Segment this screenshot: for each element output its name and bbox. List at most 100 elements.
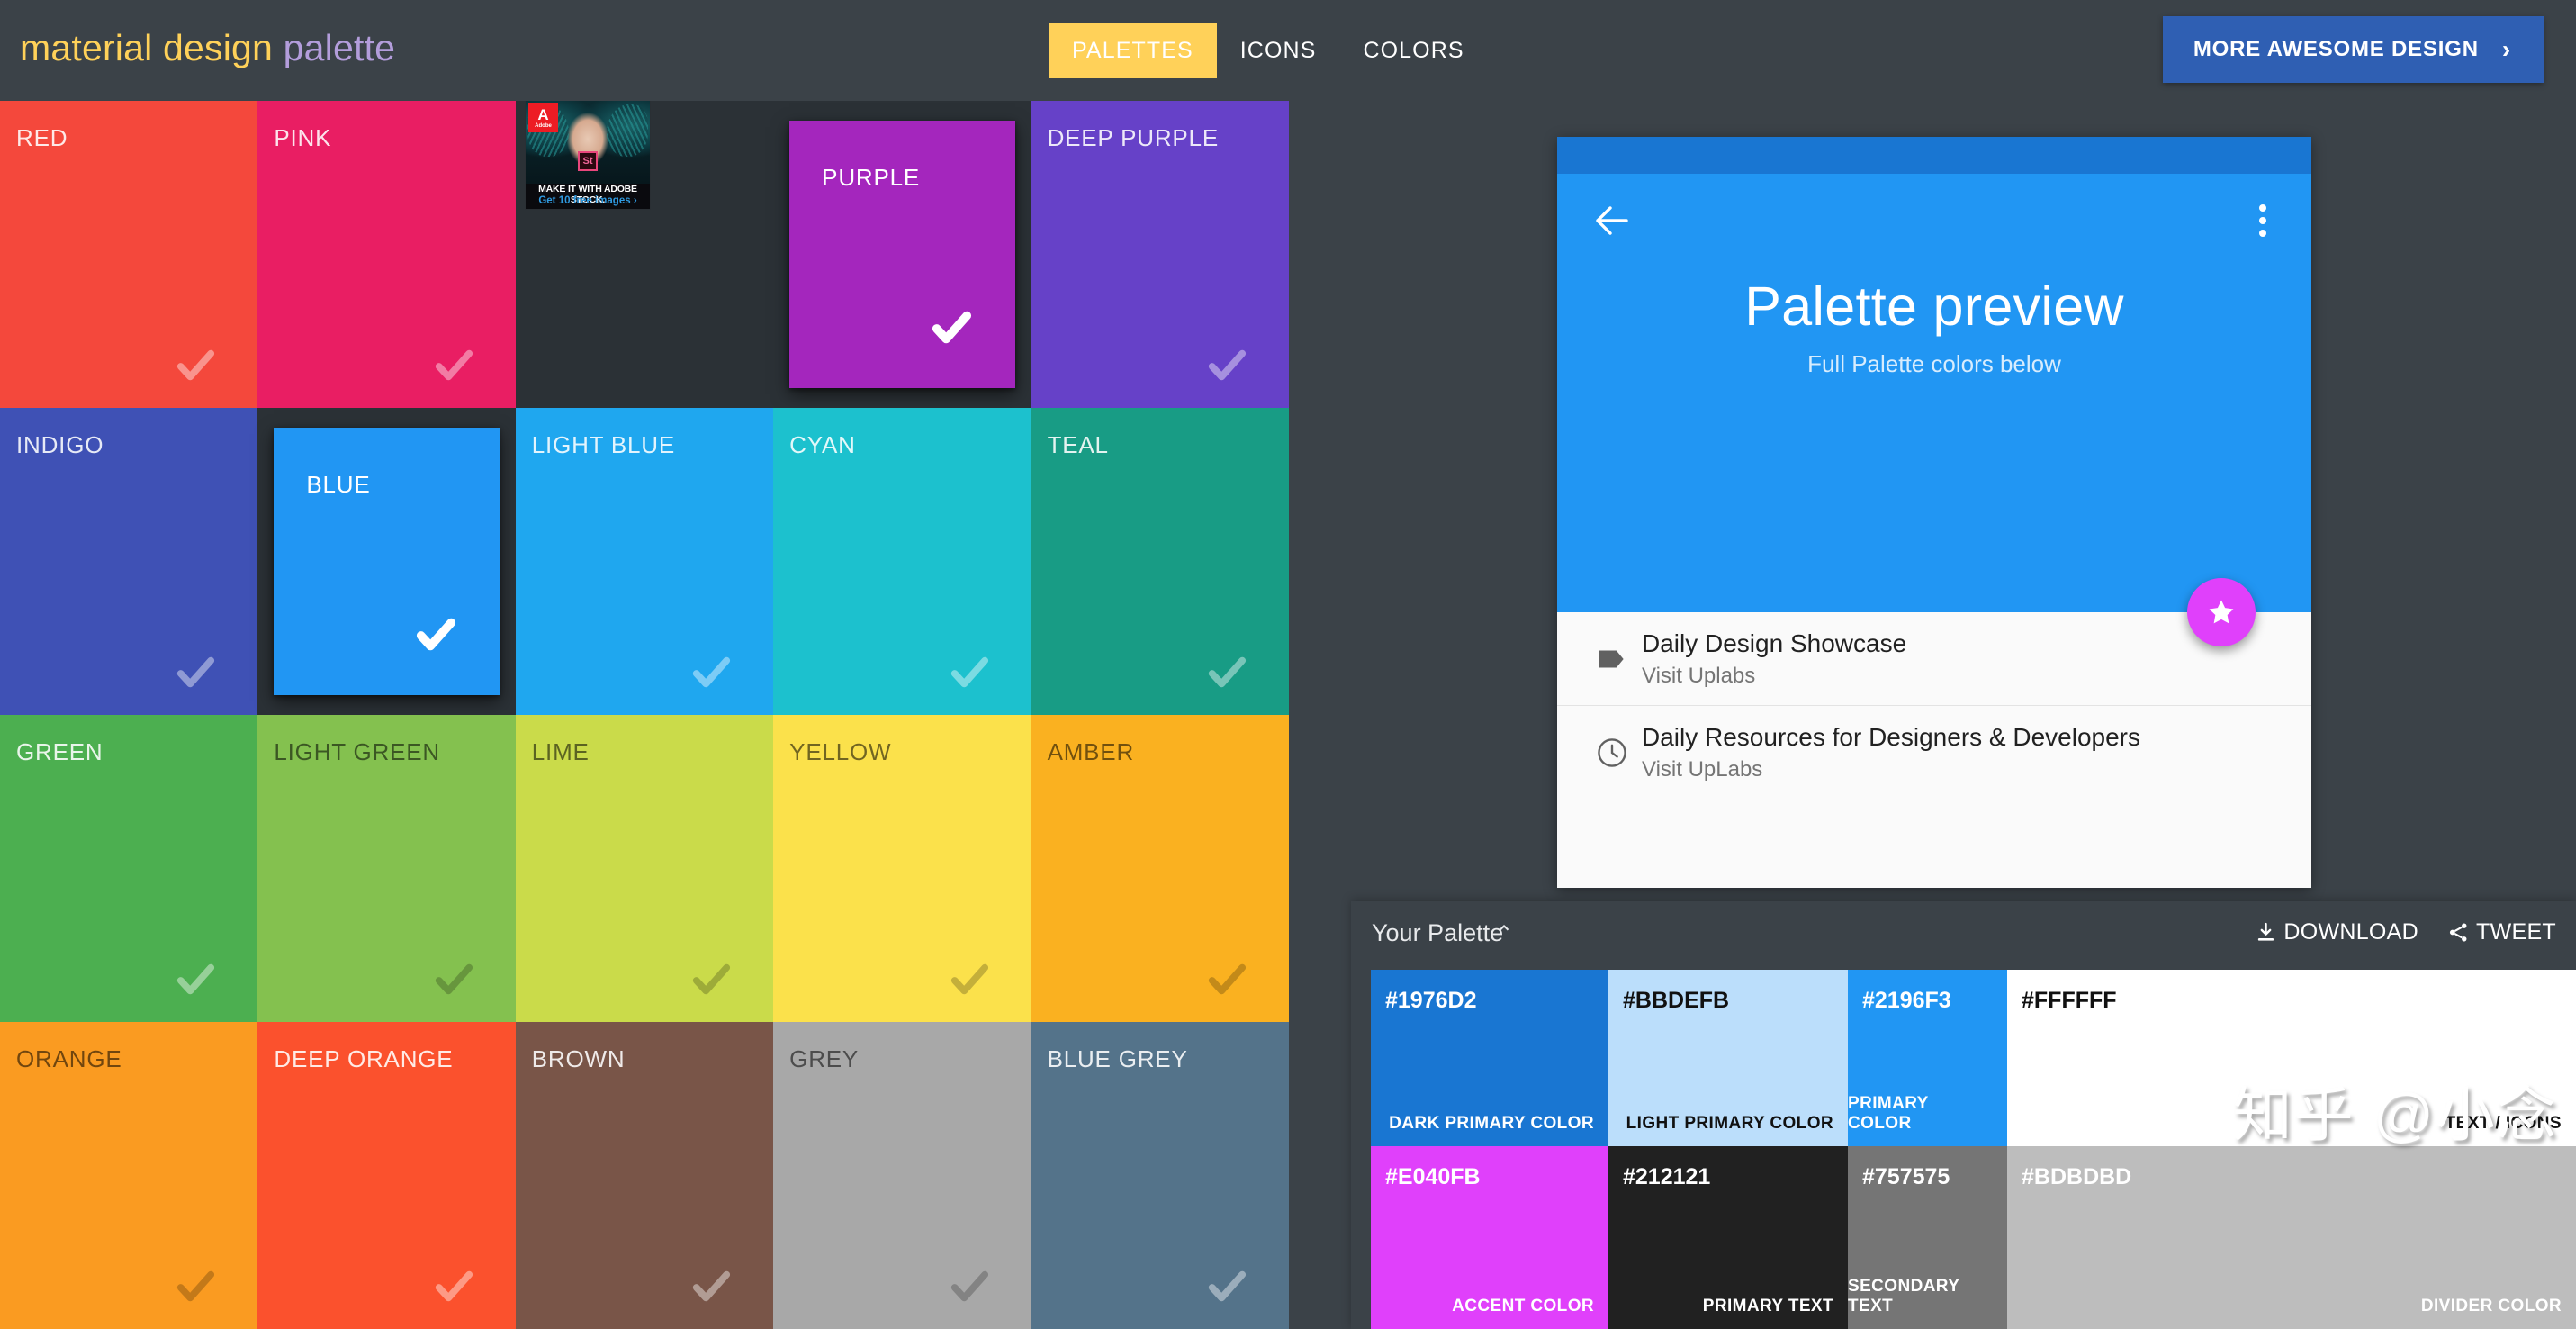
download-button[interactable]: DOWNLOAD: [2255, 919, 2418, 945]
check-icon: [433, 345, 474, 386]
cta-label: MORE AWESOME DESIGN: [2193, 37, 2479, 61]
preview-app-bar: Palette preview Full Palette colors belo…: [1557, 174, 2311, 405]
palette-swatch-brown[interactable]: BROWN: [515, 1022, 774, 1329]
swatch-fill: GREEN: [0, 715, 258, 1022]
overflow-menu-icon[interactable]: [2250, 199, 2275, 242]
color-hex-value: #2196F3: [1862, 988, 1951, 1013]
palette-swatch-purple[interactable]: PURPLE: [773, 101, 1031, 408]
palette-color-cell[interactable]: #757575 SECONDARY TEXT: [1848, 1146, 2007, 1329]
palette-swatch-blue-grey[interactable]: BLUE GREY: [1031, 1022, 1289, 1329]
palette-grid: RED PINK PURPLE DEEP PURPLE INDIGO BLUE LIGHT …: [0, 101, 1289, 1329]
adobe-logo-icon: A Adobe: [528, 103, 558, 132]
swatch-fill: LIME: [515, 715, 774, 1022]
more-awesome-design-button[interactable]: MORE AWESOME DESIGN ›: [2162, 16, 2544, 83]
color-role-label: LIGHT PRIMARY COLOR: [1626, 1114, 1833, 1133]
list-item-text: Daily Resources for Designers & Develope…: [1642, 723, 2140, 782]
palette-color-cell[interactable]: #FFFFFF TEXT / ICONS: [2007, 970, 2576, 1146]
palette-color-cell[interactable]: #BDBDBD DIVIDER COLOR: [2007, 1146, 2576, 1329]
swatch-fill: LIGHT BLUE: [515, 408, 774, 715]
palette-swatch-light-green[interactable]: LIGHT GREEN: [257, 715, 516, 1022]
chevron-right-icon: ›: [2501, 35, 2511, 63]
your-palette-panel: Your Palette ⌃ DOWNLOAD TWEET #1976D2 DA…: [1351, 901, 2576, 1329]
tweet-button[interactable]: TWEET: [2447, 919, 2556, 945]
your-palette-title[interactable]: Your Palette: [1372, 919, 1503, 947]
adobe-stock-ad[interactable]: A Adobe St MAKE IT WITH ADOBE STOCK. Get…: [526, 101, 650, 209]
menu-dot: [2259, 204, 2266, 212]
palette-swatch-orange[interactable]: ORANGE: [0, 1022, 258, 1329]
palette-swatch-indigo[interactable]: INDIGO: [0, 408, 258, 715]
floating-action-button[interactable]: [2187, 578, 2256, 646]
menu-dot: [2259, 230, 2266, 237]
check-icon: [949, 652, 990, 693]
list-item[interactable]: Daily Resources for Designers & Develope…: [1557, 706, 2311, 800]
color-role-label: DARK PRIMARY COLOR: [1389, 1114, 1594, 1133]
swatch-fill: PINK: [257, 101, 516, 408]
swatch-fill: GREY: [773, 1022, 1031, 1329]
tab-palettes[interactable]: PALETTES: [1049, 23, 1217, 78]
check-icon: [949, 1266, 990, 1307]
download-label: DOWNLOAD: [2283, 919, 2418, 945]
adobe-stock-badge: St: [578, 151, 598, 171]
palette-swatch-amber[interactable]: AMBER: [1031, 715, 1289, 1022]
palette-color-cell[interactable]: #BBDEFB LIGHT PRIMARY COLOR: [1608, 970, 1848, 1146]
palette-swatch-grey[interactable]: GREY: [773, 1022, 1031, 1329]
palette-color-cell[interactable]: #2196F3 PRIMARY COLOR: [1848, 970, 2007, 1146]
check-icon: [175, 959, 216, 1000]
swatch-label: DEEP ORANGE: [274, 1045, 454, 1072]
palette-swatch-lime[interactable]: LIME: [515, 715, 774, 1022]
palette-swatch-red[interactable]: RED: [0, 101, 258, 408]
swatch-label: LIME: [531, 738, 590, 765]
palette-color-cell[interactable]: #1976D2 DARK PRIMARY COLOR: [1371, 970, 1608, 1146]
check-icon: [690, 1266, 732, 1307]
color-role-label: PRIMARY TEXT: [1702, 1297, 1833, 1315]
download-icon: [2258, 922, 2274, 941]
swatch-label: INDIGO: [16, 431, 104, 458]
color-role-label: ACCENT COLOR: [1452, 1297, 1594, 1315]
your-palette-actions: DOWNLOAD TWEET: [2255, 919, 2556, 945]
swatch-label: LIGHT GREEN: [274, 738, 440, 765]
swatch-fill: AMBER: [1031, 715, 1289, 1022]
palette-swatch-cyan[interactable]: CYAN: [773, 408, 1031, 715]
palette-color-cell[interactable]: #212121 PRIMARY TEXT: [1608, 1146, 1848, 1329]
your-palette-header: Your Palette ⌃ DOWNLOAD TWEET: [1351, 901, 2576, 964]
swatch-fill: ORANGE: [0, 1022, 258, 1329]
color-hex-value: #E040FB: [1385, 1164, 1481, 1189]
palette-swatch-light-blue[interactable]: LIGHT BLUE: [515, 408, 774, 715]
brand-logo[interactable]: material design palette: [20, 27, 395, 69]
brand-part-two: palette: [283, 27, 396, 68]
brand-part-one: material design: [20, 27, 274, 68]
swatch-fill: BLUE GREY: [1031, 1022, 1289, 1329]
color-role-label: PRIMARY COLOR: [1848, 1094, 1929, 1133]
check-icon: [690, 959, 732, 1000]
main-nav: PALETTES ICONS COLORS: [1049, 23, 1488, 78]
color-role-label: TEXT / ICONS: [2445, 1114, 2562, 1133]
palette-swatch-pink[interactable]: PINK: [257, 101, 516, 408]
tab-colors[interactable]: COLORS: [1339, 23, 1487, 78]
preview-subtitle: Full Palette colors below: [1807, 350, 2061, 377]
ad-caption-link[interactable]: Get 10 free images ›: [526, 195, 650, 206]
adobe-logo-letter: A: [537, 105, 549, 123]
palette-swatch-deep-orange[interactable]: DEEP ORANGE: [257, 1022, 516, 1329]
palette-preview-card: Palette preview Full Palette colors belo…: [1557, 137, 2311, 888]
palette-color-cell[interactable]: #E040FB ACCENT COLOR: [1371, 1146, 1608, 1329]
swatch-fill: CYAN: [773, 408, 1031, 715]
swatch-label: TEAL: [1047, 431, 1109, 458]
preview-title: Palette preview: [1744, 276, 2124, 337]
color-role-label: DIVIDER COLOR: [2420, 1297, 2562, 1315]
palette-swatch-yellow[interactable]: YELLOW: [773, 715, 1031, 1022]
tab-icons[interactable]: ICONS: [1217, 23, 1340, 78]
back-arrow-icon[interactable]: [1590, 199, 1634, 242]
app-root: material design palette PALETTES ICONS C…: [0, 0, 2576, 1329]
palette-swatch-green[interactable]: GREEN: [0, 715, 258, 1022]
palette-swatch-deep-purple[interactable]: DEEP PURPLE: [1031, 101, 1289, 408]
palette-swatch-teal[interactable]: TEAL: [1031, 408, 1289, 715]
color-hex-value: #757575: [1862, 1164, 1950, 1189]
swatch-fill: BROWN: [515, 1022, 774, 1329]
swatch-fill: LIGHT GREEN: [257, 715, 516, 1022]
check-icon: [175, 345, 216, 386]
chevron-up-icon[interactable]: ⌃: [1495, 921, 1513, 947]
color-role-label: SECONDARY TEXT: [1848, 1277, 1959, 1315]
swatch-fill: RED: [0, 101, 258, 408]
menu-dot: [2259, 217, 2266, 224]
palette-swatch-blue[interactable]: BLUE: [257, 408, 516, 715]
